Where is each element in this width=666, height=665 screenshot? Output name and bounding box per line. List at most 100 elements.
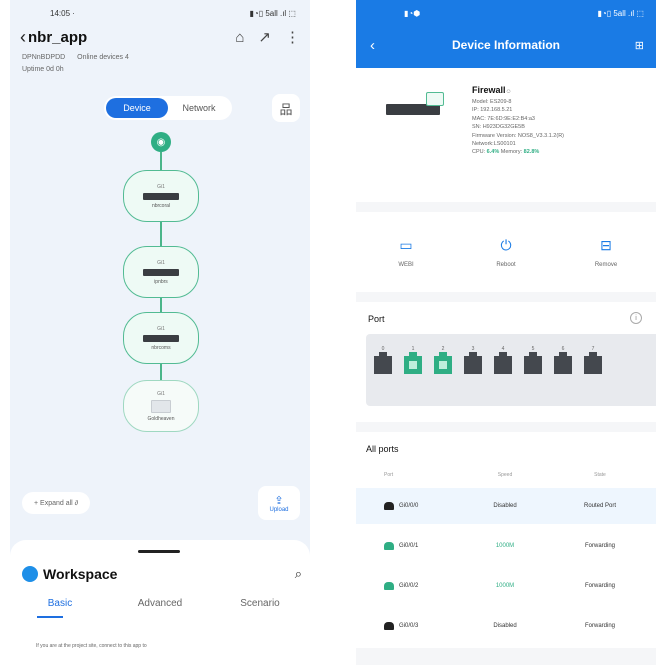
port-1[interactable]: 1 [402, 346, 424, 374]
status-icons: ▮◔▯ 5all .ıl ⬚ [597, 8, 644, 18]
memory-value: 82.8% [523, 149, 540, 156]
upload-button[interactable]: ⇪ Upload [258, 486, 300, 520]
workspace-tabs: Basic Advanced Scenario [10, 598, 310, 609]
device-sn: SN: H923DG32GE5B [472, 124, 525, 131]
back-icon[interactable]: ‹ [20, 28, 26, 46]
port-6[interactable]: 6 [552, 346, 574, 374]
device-ip: IP: 192.168.5.21 [472, 107, 513, 114]
device-status-icon [426, 92, 444, 106]
table-row[interactable]: Gi0/0/0 Disabled Routed Port [356, 488, 656, 524]
monitor-icon: ▭ [399, 236, 413, 253]
table-row[interactable]: Gi0/0/2 1000M Forwarding [356, 568, 656, 604]
topology-icon[interactable]: 品 [272, 94, 300, 122]
ethernet-port-icon [554, 352, 572, 374]
node-port: Gi1 [157, 325, 165, 332]
tab-basic[interactable]: Basic [10, 598, 110, 609]
trash-icon: ⊟ [600, 236, 612, 253]
port-panel-card: Port i 01234567 [356, 302, 656, 422]
device-name: Firewall [472, 85, 506, 95]
port-cell: Gi0/0/3 [356, 622, 466, 630]
ethernet-port-icon [404, 352, 422, 374]
port-cell: Gi0/0/2 [356, 582, 466, 590]
ethernet-port-icon [384, 622, 394, 630]
switch-icon [143, 334, 179, 342]
expand-all-button[interactable]: + Expand all ∂ [22, 492, 91, 514]
access-point-icon [151, 399, 171, 413]
speed-cell: Disabled [493, 503, 517, 509]
port-name: Gi0/0/3 [399, 623, 419, 629]
webi-button[interactable]: ▭ WEBI [356, 237, 456, 268]
remove-button[interactable]: ⊟ Remove [556, 237, 656, 268]
column-header-port: Port [384, 472, 394, 478]
section-title: All ports [366, 444, 399, 454]
edit-name-icon[interactable]: ☺ [506, 89, 512, 95]
share-icon[interactable]: ↗ [258, 28, 271, 46]
active-tab-indicator [37, 616, 63, 618]
port-0[interactable]: 0 [372, 346, 394, 374]
device-summary: Firewall☺ Model: ES209-8 IP: 192.168.5.2… [356, 68, 656, 202]
device-actions: ▭ WEBI ⏻ Reboot ⊟ Remove [356, 212, 656, 292]
port-7[interactable]: 7 [582, 346, 604, 374]
topology-node[interactable]: Gi1 ipnbrs [123, 246, 199, 298]
column-header-state: State [594, 472, 606, 478]
port-5[interactable]: 5 [522, 346, 544, 374]
ethernet-port-icon [384, 542, 394, 550]
device-mac: MAC: 7E:6D:9E:E2:B4:a3 [472, 115, 535, 122]
more-icon[interactable]: ⊞ [635, 39, 644, 52]
port-3[interactable]: 3 [462, 346, 484, 374]
ethernet-port-icon [374, 352, 392, 374]
topology-node[interactable]: Gi1 nbrcoral [123, 170, 199, 222]
info-icon[interactable]: i [630, 312, 642, 324]
ethernet-port-icon [584, 352, 602, 374]
node-port: Gi1 [157, 259, 165, 266]
page-title: Device Information [451, 38, 561, 52]
search-icon[interactable]: ⌕ [295, 566, 302, 582]
port-4[interactable]: 4 [492, 346, 514, 374]
tab-scenario[interactable]: Scenario [210, 598, 310, 609]
memory-label: Memory: [500, 149, 523, 156]
workspace-note: If you are at the project site, connect … [36, 643, 147, 649]
node-name: nbrcoms [151, 344, 171, 351]
table-header: Port Speed State [356, 464, 656, 486]
power-icon: ⏻ [500, 236, 512, 253]
home-icon[interactable]: ⌂ [235, 29, 244, 46]
uptime: Uptime 0d 0h [22, 66, 64, 73]
tab-device[interactable]: Device [106, 98, 168, 118]
status-bar: 14:05 · ▮◔▯ 5all .ıl ⬚ [10, 0, 310, 26]
more-icon[interactable]: ⋮ [285, 28, 300, 46]
back-icon[interactable]: ‹ [370, 37, 375, 54]
ethernet-port-icon [524, 352, 542, 374]
port-panel: 01234567 [366, 334, 656, 406]
device-info-screen: ▮◔⬢ ▮◔▯ 5all .ıl ⬚ ‹ Device Information … [356, 0, 656, 665]
ethernet-port-icon [384, 502, 394, 510]
state-cell: Routed Port [583, 503, 617, 509]
workspace-logo-icon [22, 566, 38, 582]
tab-network[interactable]: Network [168, 98, 230, 118]
sheet-handle[interactable] [138, 550, 180, 553]
gateway-icon[interactable]: ◉ [151, 132, 171, 152]
app-header: ‹ nbr_app ⌂ ↗ ⋮ [10, 26, 310, 48]
all-ports-card: All ports Port Speed State Gi0/0/0 Disabl… [356, 432, 656, 648]
device-model: Model: ES209-8 [472, 99, 512, 105]
topology-canvas: ◉ Gi1 nbrcoral Gi1 ipnbrs Gi1 nbrcoms Gi… [10, 128, 310, 448]
status-icons: ▮◔▯ 5all .ıl ⬚ [249, 8, 296, 18]
device-firmware: Firmware Version: NOS8_V3.3.1.2(R) [472, 132, 565, 139]
table-row[interactable]: Gi0/0/3 Disabled Forwarding [356, 608, 656, 644]
project-id: DPNnBDPDD [22, 54, 66, 61]
reboot-button[interactable]: ⏻ Reboot [456, 237, 556, 268]
topology-node[interactable]: Gi1 nbrcoms [123, 312, 199, 364]
tab-advanced[interactable]: Advanced [110, 598, 210, 609]
port-cell: Gi0/0/0 [356, 502, 466, 510]
online-devices: Online devices 4 [77, 54, 129, 61]
topology-node[interactable]: Gi1 Goldheaven [123, 380, 199, 432]
port-name: Gi0/0/2 [399, 583, 419, 589]
speed-cell: 1000M [495, 543, 515, 549]
topology-screen: 14:05 · ▮◔▯ 5all .ıl ⬚ ‹ nbr_app ⌂ ↗ ⋮ D… [10, 0, 310, 665]
switch-icon [143, 268, 179, 276]
node-name: nbrcoral [151, 202, 171, 209]
port-2[interactable]: 2 [432, 346, 454, 374]
speed-cell: 1000M [495, 583, 515, 589]
table-row[interactable]: Gi0/0/1 1000M Forwarding [356, 528, 656, 564]
device-network: Network:LS00101 [472, 141, 516, 148]
upload-icon: ⇪ [274, 494, 284, 507]
